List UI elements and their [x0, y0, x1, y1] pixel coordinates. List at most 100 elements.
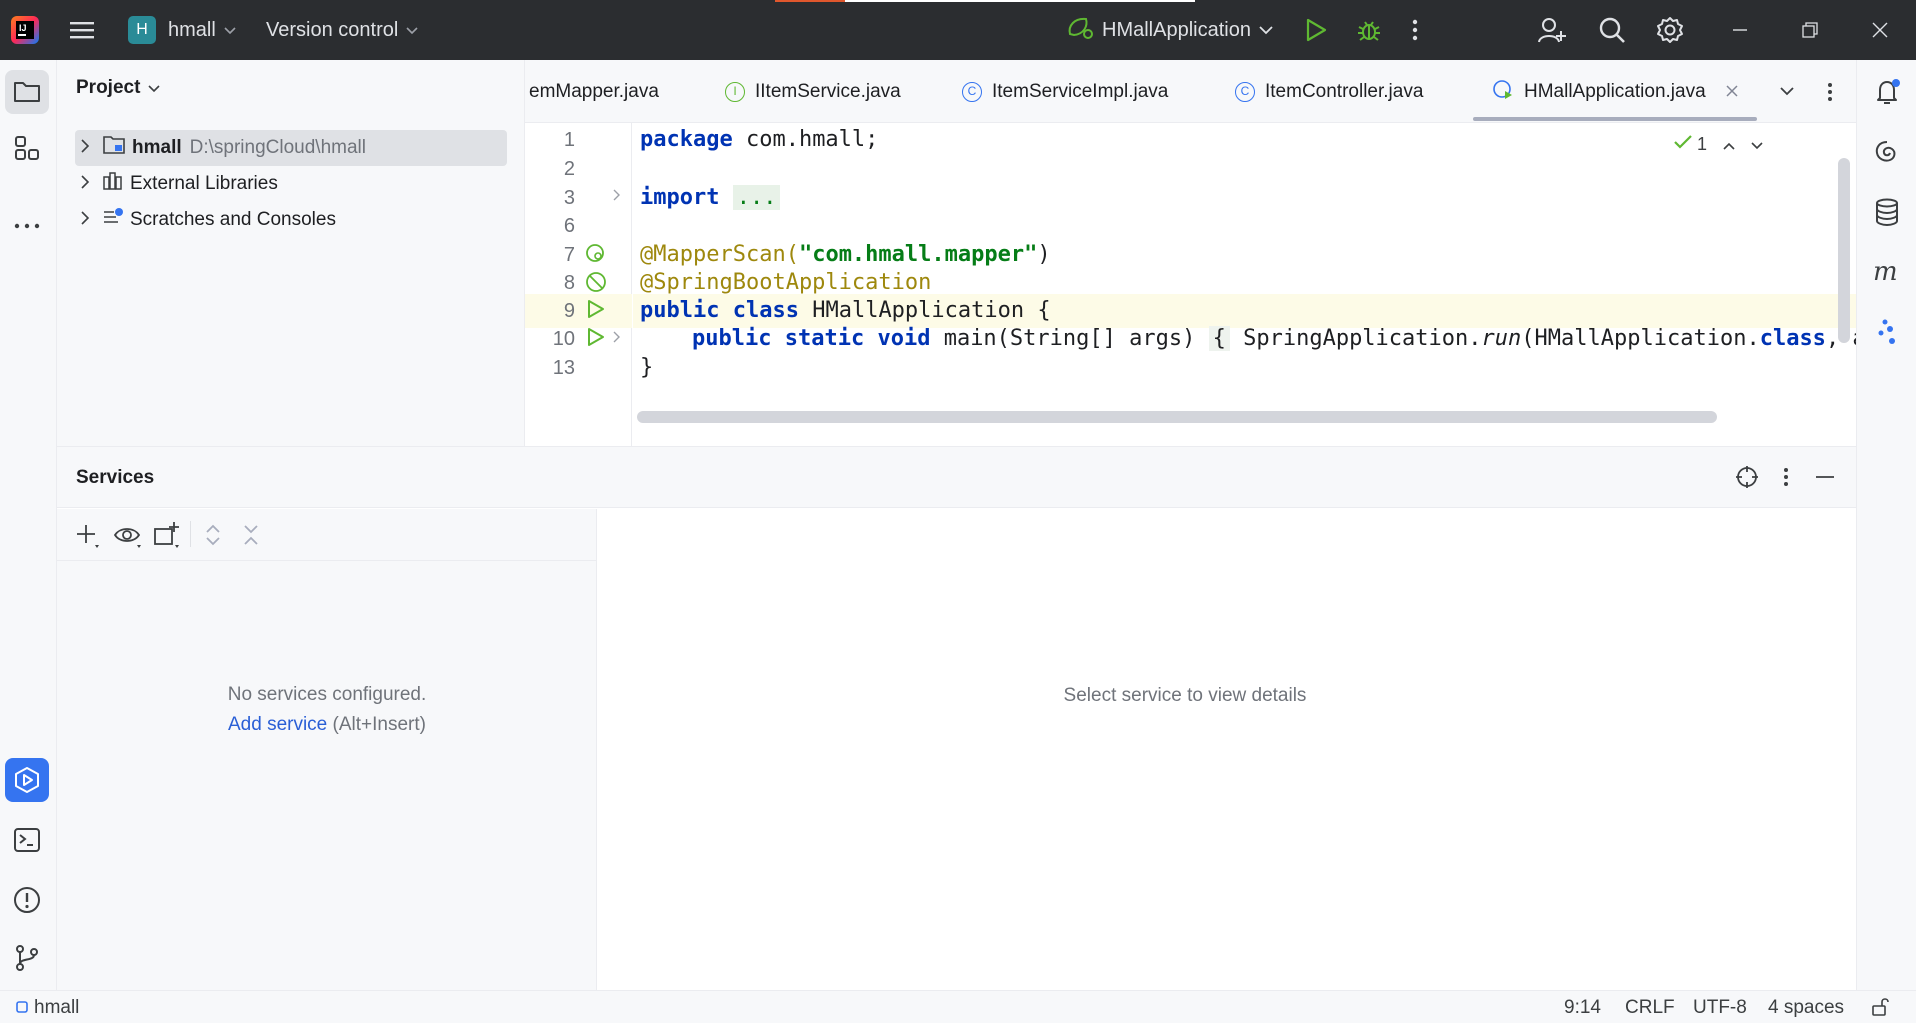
- svg-text:m: m: [1873, 260, 1898, 284]
- tree-item-scratches[interactable]: Scratches and Consoles: [75, 202, 336, 238]
- status-project-breadcrumb[interactable]: hmall: [16, 997, 79, 1019]
- spring-bean-gutter-icon[interactable]: [585, 271, 607, 293]
- project-panel-title: Project: [76, 77, 141, 98]
- add-service-plus-icon[interactable]: [75, 523, 101, 549]
- fold-expand-icon[interactable]: [613, 331, 621, 343]
- project-view-selector[interactable]: Project: [76, 77, 160, 99]
- check-icon: [1673, 133, 1693, 155]
- vertical-scrollbar[interactable]: [1838, 158, 1850, 343]
- more-actions-icon[interactable]: [1412, 0, 1418, 60]
- module-folder-icon: [102, 135, 126, 161]
- database-icon[interactable]: [1865, 190, 1909, 234]
- minimize-window-icon[interactable]: [1732, 0, 1748, 60]
- close-window-icon[interactable]: [1872, 0, 1888, 60]
- chevron-down-icon[interactable]: [1751, 133, 1763, 155]
- scratches-icon: [102, 207, 124, 233]
- code-line-10: public static void main(String[] args) {…: [692, 326, 1856, 351]
- tree-item-hmall[interactable]: hmall D:\springCloud\hmall: [75, 130, 507, 166]
- vcs-label: Version control: [266, 18, 399, 41]
- settings-gear-icon[interactable]: [1656, 0, 1684, 60]
- read-only-lock-icon[interactable]: [1870, 997, 1890, 1017]
- chevron-down-icon: [148, 77, 160, 99]
- vcs-widget[interactable]: Version control: [266, 0, 418, 60]
- caret-position[interactable]: 9:14: [1564, 997, 1601, 1019]
- spring-boot-icon: [1066, 14, 1094, 46]
- project-name: hmall: [168, 18, 216, 41]
- collapse-all-icon[interactable]: [243, 523, 259, 547]
- intellij-logo-icon[interactable]: IJ: [10, 0, 50, 60]
- file-encoding[interactable]: UTF-8: [1693, 997, 1747, 1019]
- restore-window-icon[interactable]: [1802, 0, 1818, 60]
- project-tool-folder-icon[interactable]: [5, 70, 49, 114]
- services-title: Services: [76, 467, 155, 488]
- services-tool-icon[interactable]: [5, 758, 49, 802]
- hide-panel-icon[interactable]: [1815, 475, 1835, 479]
- inspection-count: 1: [1697, 133, 1708, 154]
- ai-assistant-icon[interactable]: [1865, 130, 1909, 174]
- tab-item-mapper[interactable]: emMapper.java: [529, 60, 659, 123]
- tab-itemserviceimpl[interactable]: C ItemServiceImpl.java: [962, 60, 1168, 123]
- structure-blocks-icon[interactable]: [5, 126, 49, 170]
- main-menu-icon[interactable]: [70, 0, 100, 60]
- chevron-down-icon: [1259, 19, 1273, 41]
- view-options-eye-icon[interactable]: [113, 523, 143, 549]
- horizontal-scrollbar[interactable]: [637, 411, 1717, 423]
- debug-button[interactable]: [1356, 0, 1382, 60]
- chevron-right-icon: [81, 137, 90, 159]
- mapper-scan-gutter-icon[interactable]: [585, 243, 607, 265]
- editor-tabs: emMapper.java I IItemService.java C Item…: [525, 60, 1856, 123]
- maven-icon[interactable]: m: [1865, 250, 1909, 294]
- add-service-shortcut: (Alt+Insert): [332, 714, 426, 735]
- services-tool-window: Services No services configured. Add ser…: [57, 446, 1856, 991]
- tab-label: HMallApplication.java: [1524, 80, 1706, 102]
- folded-imports[interactable]: ...: [732, 185, 781, 210]
- line-separator[interactable]: CRLF: [1625, 997, 1675, 1019]
- code-editor: emMapper.java I IItemService.java C Item…: [525, 60, 1856, 446]
- git-branch-icon[interactable]: [5, 936, 49, 980]
- new-group-icon[interactable]: [153, 521, 181, 549]
- close-tab-icon[interactable]: [1726, 81, 1738, 103]
- run-config-selector[interactable]: HMallApplication: [1066, 0, 1273, 60]
- chevron-up-icon[interactable]: [1723, 133, 1735, 155]
- title-bar: IJ H hmall Version control HMallApplicat…: [0, 0, 1916, 60]
- problems-icon[interactable]: [5, 878, 49, 922]
- tree-item-label: External Libraries: [130, 173, 278, 194]
- plugin-dots-icon[interactable]: [1865, 310, 1909, 354]
- project-badge: H: [128, 16, 156, 44]
- tab-itemcontroller[interactable]: C ItemController.java: [1235, 60, 1423, 123]
- tab-more-icon[interactable]: [1827, 60, 1833, 123]
- library-icon: [102, 171, 124, 197]
- chevron-right-icon: [81, 209, 90, 231]
- chevron-down-icon: [224, 19, 236, 41]
- fold-expand-icon[interactable]: [613, 189, 621, 201]
- services-more-icon[interactable]: [1783, 467, 1789, 487]
- tree-item-external-libraries[interactable]: External Libraries: [75, 166, 278, 202]
- project-widget[interactable]: H hmall: [128, 0, 236, 60]
- locate-target-icon[interactable]: [1735, 465, 1759, 489]
- add-service-link[interactable]: Add service: [228, 714, 327, 735]
- class-icon: C: [1235, 81, 1255, 102]
- search-icon[interactable]: [1598, 0, 1626, 60]
- details-placeholder: Select service to view details: [1063, 685, 1307, 706]
- expand-all-icon[interactable]: [205, 523, 221, 547]
- indent-setting[interactable]: 4 spaces: [1768, 997, 1844, 1019]
- tab-label: ItemServiceImpl.java: [992, 80, 1169, 102]
- run-button[interactable]: [1305, 0, 1327, 60]
- run-main-gutter-icon[interactable]: [587, 327, 605, 347]
- services-header: Services: [57, 447, 1856, 508]
- no-services-message: No services configured. Add service (Alt…: [57, 684, 597, 736]
- more-tools-icon[interactable]: [5, 204, 49, 248]
- code-area[interactable]: package com.hmall; import ... @MapperSca…: [633, 123, 1856, 446]
- service-details-pane: Select service to view details: [598, 509, 1856, 991]
- add-user-icon[interactable]: [1538, 0, 1566, 60]
- terminal-icon[interactable]: [5, 818, 49, 862]
- chevron-right-icon: [81, 173, 90, 195]
- tab-iitemservice[interactable]: I IItemService.java: [725, 60, 901, 123]
- status-project-name: hmall: [34, 997, 80, 1018]
- tab-list-chevron-icon[interactable]: [1780, 60, 1794, 123]
- inspection-widget[interactable]: 1: [1673, 133, 1764, 155]
- run-class-gutter-icon[interactable]: [587, 299, 605, 319]
- tab-label: emMapper.java: [529, 80, 659, 102]
- tab-hmallapplication[interactable]: HMallApplication.java: [1492, 60, 1738, 123]
- notifications-bell-icon[interactable]: [1865, 70, 1909, 114]
